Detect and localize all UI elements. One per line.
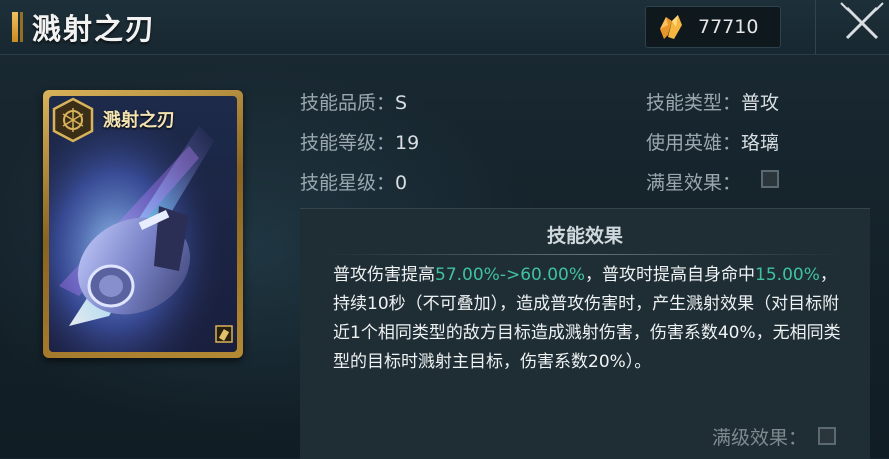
skill-level-label: 技能等级： bbox=[300, 132, 396, 154]
effect-damage-increase: 57.00%->60.00% bbox=[435, 265, 586, 285]
skill-type: 技能类型：普攻 bbox=[646, 88, 779, 115]
orange-crystal-icon bbox=[660, 15, 682, 39]
close-icon bbox=[840, 2, 884, 40]
skill-level: 技能等级：19 bbox=[300, 128, 419, 155]
skill-level-value: 19 bbox=[395, 132, 420, 154]
hexagon-wheel-icon bbox=[52, 97, 94, 143]
header-divider bbox=[815, 0, 816, 54]
effect-text-part2: ，普攻时提高自身命中 bbox=[585, 265, 756, 285]
full-star-effect: 满星效果： bbox=[646, 168, 741, 195]
skill-type-value: 普攻 bbox=[741, 92, 780, 114]
header-bar: 溅射之刃 77710 bbox=[0, 0, 889, 55]
skill-effect-panel: 技能效果 普攻伤害提高57.00%->60.00%，普攻时提高自身命中15.00… bbox=[300, 208, 870, 459]
page-title: 溅射之刃 bbox=[32, 12, 157, 46]
skill-hero: 使用英雄：珞璃 bbox=[646, 128, 779, 155]
max-level-checkbox[interactable] bbox=[818, 427, 836, 445]
full-star-checkbox[interactable] bbox=[761, 170, 779, 188]
close-button[interactable] bbox=[835, 0, 887, 46]
max-level-effect-label: 满级效果： bbox=[712, 427, 808, 449]
skill-hero-value: 珞璃 bbox=[741, 132, 780, 154]
skill-star-value: 0 bbox=[395, 172, 408, 194]
currency-value: 77710 bbox=[698, 16, 759, 38]
skill-quality-label: 技能品质： bbox=[300, 92, 396, 114]
skill-type-label: 技能类型： bbox=[646, 92, 742, 114]
skill-effect-title: 技能效果 bbox=[546, 225, 623, 247]
currency-counter[interactable]: 77710 bbox=[645, 6, 781, 48]
skill-hero-label: 使用英雄： bbox=[646, 132, 742, 154]
full-star-effect-label: 满星效果： bbox=[646, 172, 742, 194]
skill-card: 溅射之刃 bbox=[43, 90, 243, 358]
title-accent-secondary bbox=[20, 12, 23, 42]
skill-quality-value: S bbox=[395, 92, 408, 114]
effect-text-part1: 普攻伤害提高 bbox=[333, 265, 435, 285]
effect-hit-increase: 15.00% bbox=[755, 265, 820, 285]
bullet-icon bbox=[215, 325, 233, 343]
card-title: 溅射之刃 bbox=[103, 110, 175, 131]
skill-card-inner: 溅射之刃 bbox=[49, 96, 237, 352]
skill-star: 技能星级：0 bbox=[300, 168, 407, 195]
skill-star-label: 技能星级： bbox=[300, 172, 396, 194]
skill-quality: 技能品质：S bbox=[300, 88, 407, 115]
title-accent bbox=[12, 12, 18, 42]
effect-divider bbox=[326, 254, 844, 255]
skill-effect-description: 普攻伤害提高57.00%->60.00%，普攻时提高自身命中15.00%，持续1… bbox=[333, 261, 843, 377]
